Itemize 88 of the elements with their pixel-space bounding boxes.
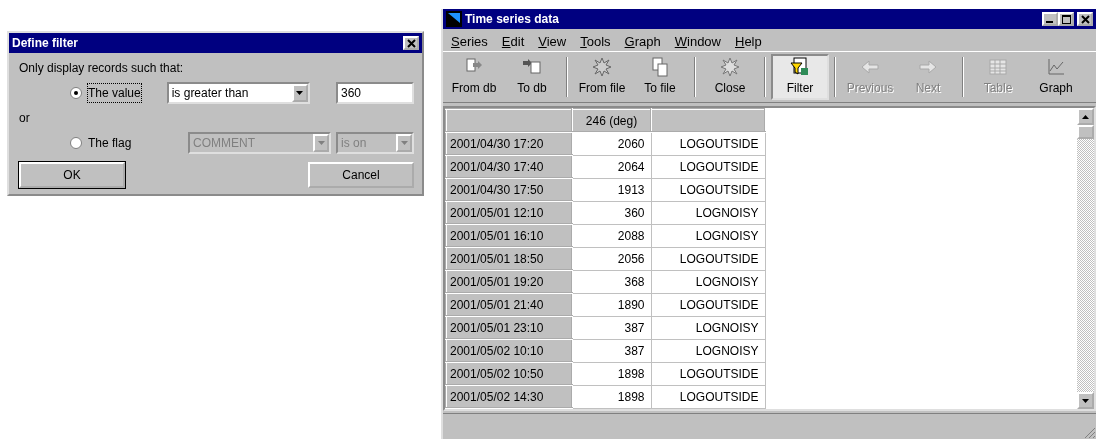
table-cell: LOGOUTSIDE <box>651 247 765 270</box>
table-cell: LOGOUTSIDE <box>651 362 765 385</box>
table-cell: LOGOUTSIDE <box>651 293 765 316</box>
row-header[interactable]: 2001/04/30 17:50 <box>446 178 572 201</box>
filter-prompt: Only display records such that: <box>19 60 185 77</box>
row-header[interactable]: 2001/04/30 17:40 <box>446 155 572 178</box>
toolbar-button[interactable]: To file <box>631 54 689 100</box>
maximize-icon <box>1061 14 1071 24</box>
burst-icon <box>592 57 612 77</box>
scroll-thumb[interactable] <box>1077 125 1094 139</box>
table-cell: 368 <box>572 270 651 293</box>
app-icon <box>446 11 462 27</box>
menu-item[interactable]: Series <box>451 32 488 48</box>
table-cell: LOGOUTSIDE <box>651 155 765 178</box>
radio-label: The value <box>88 84 141 102</box>
table-cell: LOGOUTSIDE <box>651 385 765 408</box>
row-header[interactable]: 2001/05/02 10:50 <box>446 362 572 385</box>
documents-icon <box>650 57 670 77</box>
scroll-up-button[interactable] <box>1077 108 1094 125</box>
menu-item[interactable]: Graph <box>624 32 661 48</box>
vertical-scrollbar[interactable] <box>1077 108 1094 409</box>
table-cell: 2064 <box>572 155 651 178</box>
toolbar-button[interactable]: Close <box>701 54 759 100</box>
row-header[interactable]: 2001/05/01 16:10 <box>446 224 572 247</box>
column-header[interactable]: 246 (deg) <box>572 109 651 132</box>
table-cell: 1898 <box>572 362 651 385</box>
dropdown-arrow-icon <box>296 91 304 95</box>
table-cell: 387 <box>572 316 651 339</box>
close-icon <box>405 37 417 49</box>
menu-item[interactable]: Help <box>735 32 762 48</box>
row-header[interactable]: 2001/05/01 12:10 <box>446 201 572 224</box>
burst-icon <box>720 57 740 77</box>
minimize-button[interactable] <box>1042 12 1058 26</box>
close-button[interactable] <box>403 36 419 50</box>
scroll-down-button[interactable] <box>1077 392 1094 409</box>
row-header[interactable]: 2001/05/02 14:30 <box>446 385 572 408</box>
close-icon <box>1080 14 1090 24</box>
conjunction-label: or <box>19 110 31 127</box>
table-cell: 2088 <box>572 224 651 247</box>
row-header[interactable]: 2001/05/02 10:10 <box>446 339 572 362</box>
toolbar-button[interactable]: From file <box>573 54 631 100</box>
dropdown-arrow-icon <box>400 141 408 145</box>
table-cell: LOGNOISY <box>651 201 765 224</box>
toolbar-button[interactable]: Filter <box>771 54 829 100</box>
row-header[interactable]: 2001/05/01 23:10 <box>446 316 572 339</box>
maximize-button[interactable] <box>1058 12 1074 26</box>
table-icon <box>988 57 1008 77</box>
window-title: Time series data <box>465 11 559 28</box>
line-chart-icon <box>1046 57 1066 77</box>
menu-item[interactable]: Edit <box>501 32 525 48</box>
toolbar-button[interactable]: Graph <box>1027 54 1085 100</box>
table-cell: LOGNOISY <box>651 224 765 247</box>
ok-button[interactable]: OK <box>19 162 125 188</box>
dialog-title: Define filter <box>12 35 78 52</box>
table-cell: 1913 <box>572 178 651 201</box>
condition-dropdown[interactable]: is greater than <box>166 82 310 104</box>
dropdown-arrow-icon <box>317 141 325 145</box>
table-cell: 1898 <box>572 385 651 408</box>
row-header[interactable]: 2001/04/30 17:20 <box>446 132 572 155</box>
table-cell: 2056 <box>572 247 651 270</box>
funnel-document-icon <box>790 57 810 77</box>
close-button[interactable] <box>1077 12 1093 26</box>
row-header[interactable]: 2001/05/01 21:40 <box>446 293 572 316</box>
toolbar-button[interactable]: From db <box>445 54 503 100</box>
table-cell: LOGNOISY <box>651 339 765 362</box>
table-cell: 2060 <box>572 132 651 155</box>
resize-grip-icon[interactable] <box>1084 427 1096 439</box>
toolbar-button[interactable]: To db <box>503 54 561 100</box>
menu-item[interactable]: Tools <box>580 32 611 48</box>
menu-item[interactable]: Window <box>674 32 721 48</box>
radio-button[interactable] <box>70 137 82 149</box>
table-cell: 1890 <box>572 293 651 316</box>
cancel-button[interactable]: Cancel <box>308 162 414 188</box>
table-cell: 360 <box>572 201 651 224</box>
row-header[interactable]: 2001/05/01 18:50 <box>446 247 572 270</box>
table-cell: LOGOUTSIDE <box>651 178 765 201</box>
up-arrow-icon <box>1082 114 1089 119</box>
table-cell: LOGNOISY <box>651 270 765 293</box>
table-cell: LOGNOISY <box>651 316 765 339</box>
arrow-document-icon <box>522 57 542 77</box>
menu-item[interactable]: View <box>538 32 567 48</box>
radio-button[interactable] <box>70 87 82 99</box>
table-cell: LOGOUTSIDE <box>651 132 765 155</box>
radio-label: The flag <box>88 135 133 152</box>
down-arrow-icon <box>1082 398 1089 403</box>
table-cell: 387 <box>572 339 651 362</box>
row-header[interactable]: 2001/05/01 19:20 <box>446 270 572 293</box>
value-field[interactable]: 360 <box>336 82 414 104</box>
